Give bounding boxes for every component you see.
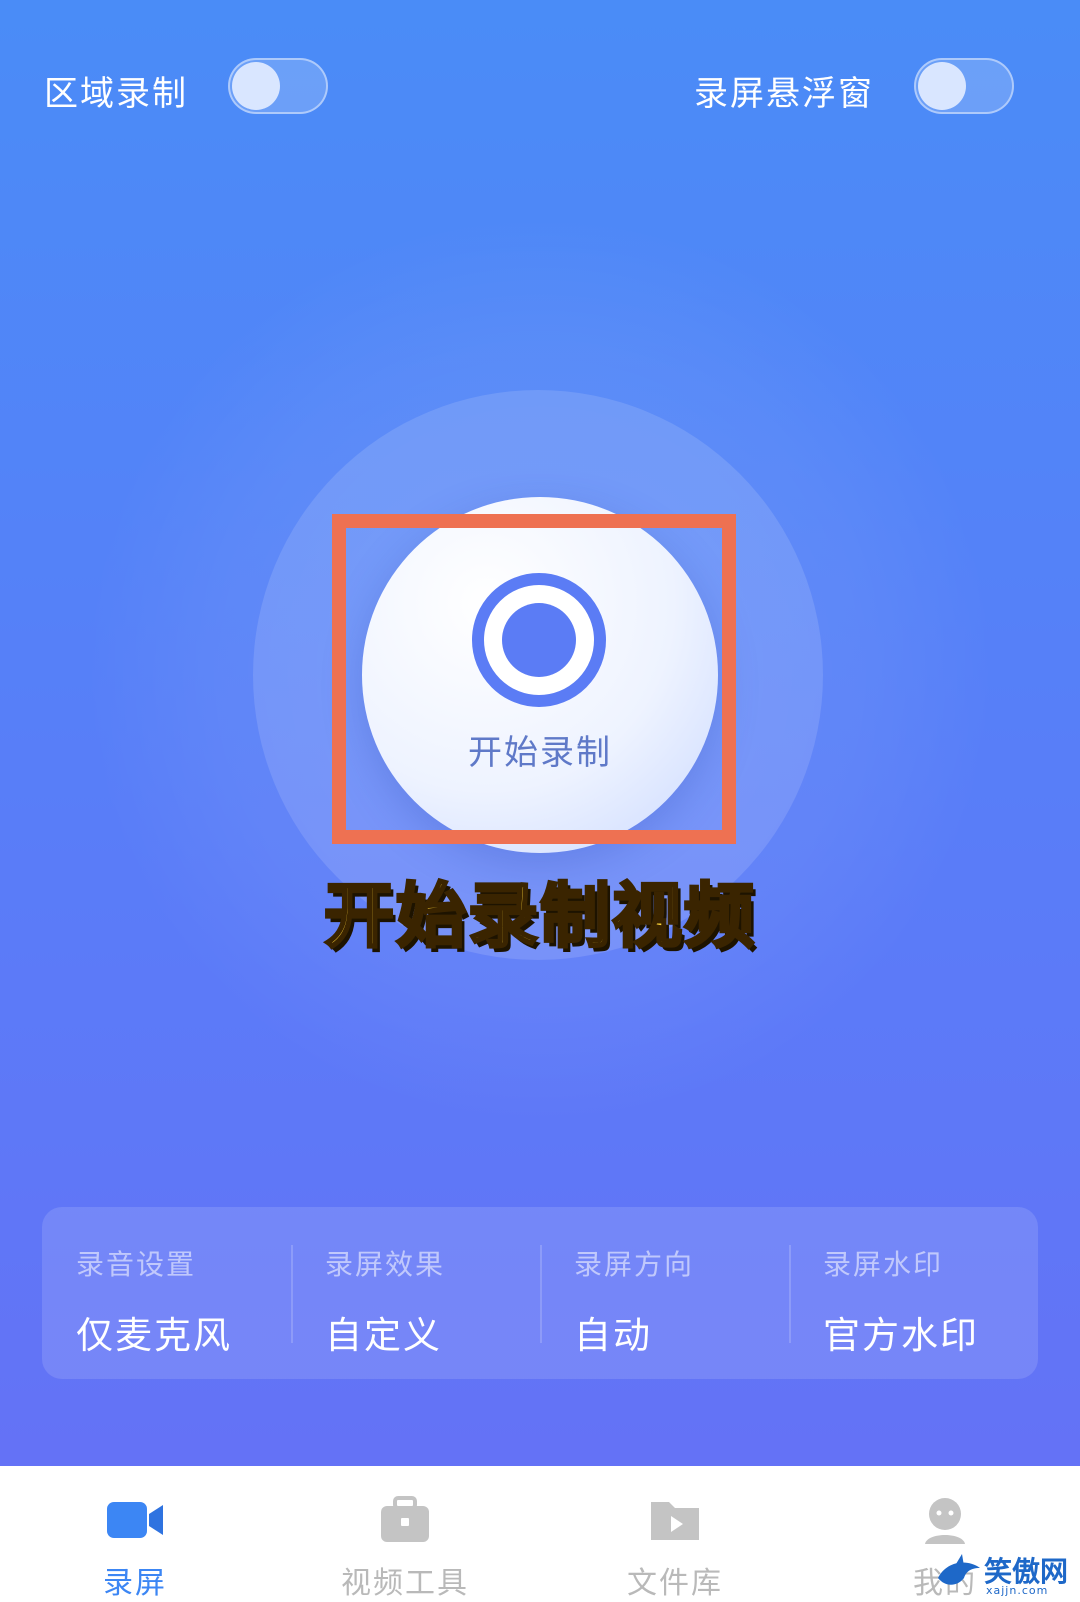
record-screen: 区域录制 录屏悬浮窗 开始录制 开始录制视频 录音设置 仅麦克风 录屏效果 自定… [0, 0, 1080, 1466]
floating-window-toggle[interactable] [914, 58, 1014, 114]
toolbox-icon [381, 1496, 429, 1542]
folder-play-icon [651, 1502, 699, 1540]
area-record-label: 区域录制 [44, 74, 188, 114]
tab-file-library[interactable]: 文件库 [540, 1466, 810, 1601]
setting-title: 录屏方向 [574, 1248, 695, 1281]
toggle-knob [232, 62, 280, 110]
site-watermark: 笑傲网 xajjn.com [936, 1548, 1076, 1598]
top-toggle-row: 区域录制 录屏悬浮窗 [0, 0, 1080, 180]
setting-orientation[interactable]: 录屏方向 自动 [540, 1207, 789, 1379]
tutorial-caption: 开始录制视频 [323, 874, 756, 959]
tab-video-tools[interactable]: 视频工具 [270, 1466, 540, 1601]
setting-title: 录音设置 [76, 1248, 197, 1281]
setting-quality[interactable]: 录屏效果 自定义 [291, 1207, 540, 1379]
bottom-tab-bar: 录屏 视频工具 文件库 我的 [0, 1466, 1080, 1601]
watermark-subtext: xajjn.com [986, 1584, 1049, 1597]
highlight-annotation-box [332, 514, 736, 844]
shark-logo-icon [938, 1554, 980, 1585]
setting-title: 录屏效果 [325, 1248, 446, 1281]
setting-value: 自定义 [325, 1314, 442, 1357]
tab-label: 视频工具 [341, 1566, 469, 1601]
record-settings-panel: 录音设置 仅麦克风 录屏效果 自定义 录屏方向 自动 录屏水印 官方水印 [42, 1207, 1038, 1379]
video-camera-icon [107, 1502, 163, 1538]
tab-label: 录屏 [103, 1566, 167, 1601]
tab-record[interactable]: 录屏 [0, 1466, 270, 1601]
setting-value: 仅麦克风 [76, 1314, 232, 1357]
floating-window-label: 录屏悬浮窗 [694, 74, 874, 114]
setting-value: 自动 [574, 1314, 652, 1357]
area-record-toggle[interactable] [228, 58, 328, 114]
toggle-knob [918, 62, 966, 110]
setting-watermark[interactable]: 录屏水印 官方水印 [789, 1207, 1038, 1379]
tab-label: 文件库 [627, 1566, 723, 1601]
setting-audio[interactable]: 录音设置 仅麦克风 [42, 1207, 291, 1379]
setting-value: 官方水印 [823, 1314, 979, 1357]
user-icon [925, 1498, 965, 1544]
setting-title: 录屏水印 [823, 1248, 944, 1281]
